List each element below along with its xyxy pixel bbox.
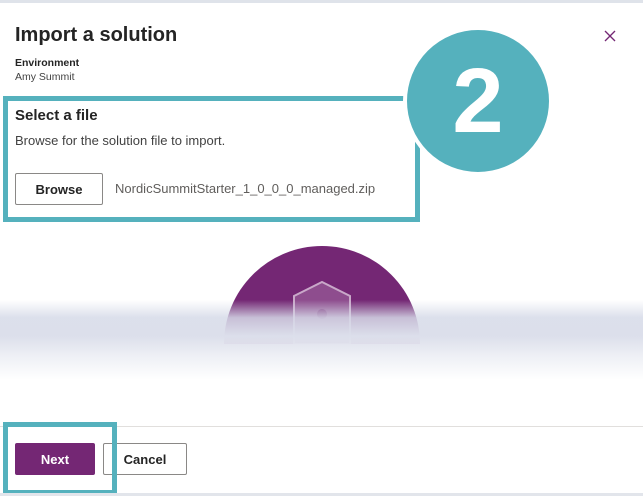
- browse-button[interactable]: Browse: [15, 173, 103, 205]
- top-divider: [0, 0, 643, 3]
- environment-value: Amy Summit: [15, 71, 75, 83]
- selected-file-name: NordicSummitStarter_1_0_0_0_managed.zip: [115, 181, 376, 196]
- illustration-fade-overlay: [0, 300, 643, 380]
- environment-label: Environment: [15, 57, 80, 69]
- import-solution-panel: Import a solution Environment Amy Summit…: [0, 0, 643, 496]
- footer-divider: [0, 426, 643, 427]
- dialog-title: Import a solution: [15, 24, 178, 46]
- select-file-heading: Select a file: [15, 107, 98, 124]
- cancel-button[interactable]: Cancel: [103, 443, 187, 475]
- close-icon[interactable]: [603, 29, 617, 43]
- next-button[interactable]: Next: [15, 443, 95, 475]
- step-number-badge: 2: [403, 26, 553, 176]
- select-file-description: Browse for the solution file to import.: [15, 133, 226, 148]
